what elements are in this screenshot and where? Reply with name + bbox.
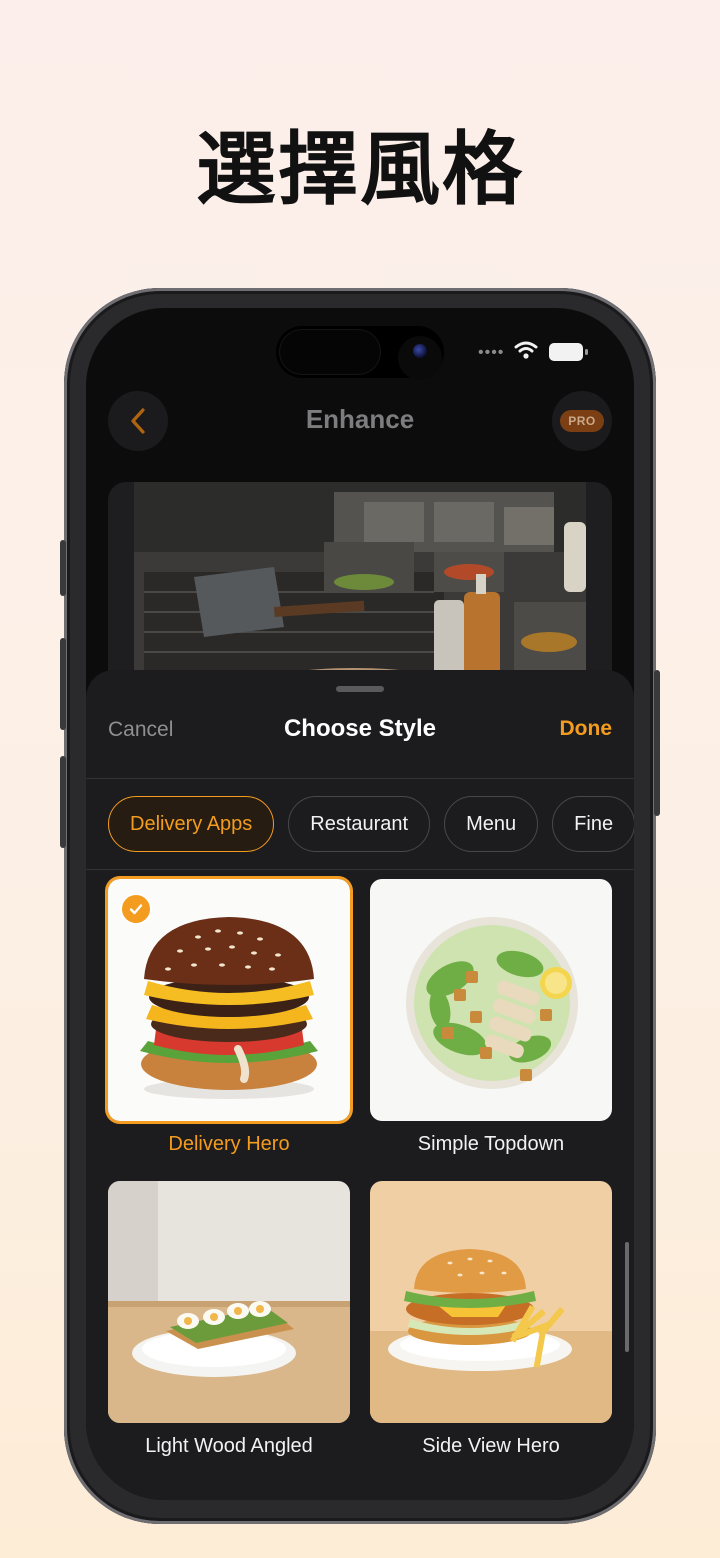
avocado-toast-image [108, 1181, 350, 1423]
source-photo-card [108, 482, 612, 692]
wifi-icon [514, 341, 538, 359]
island-sensor [280, 330, 380, 374]
chips-divider [86, 869, 634, 870]
style-label: Delivery Hero [168, 1133, 290, 1155]
style-tile-light-wood-angled[interactable]: Light Wood Angled [108, 1181, 350, 1458]
sheet-grabber[interactable] [336, 686, 384, 692]
category-chips: Delivery Apps Restaurant Menu Fine [108, 796, 634, 854]
volume-up-button [60, 638, 66, 730]
signal-dots-icon: •••• [478, 344, 505, 361]
style-label: Side View Hero [422, 1435, 560, 1457]
battery-icon [549, 343, 588, 361]
sheet-header-divider [86, 778, 634, 779]
chip-fine[interactable]: Fine [552, 796, 634, 852]
front-camera [398, 336, 442, 380]
camera-lens-icon [413, 344, 427, 358]
chip-delivery-apps[interactable]: Delivery Apps [108, 796, 275, 852]
volume-down-button [60, 756, 66, 848]
scrollbar[interactable] [625, 1242, 629, 1352]
style-tile-side-view-hero[interactable]: Side View Hero [370, 1181, 612, 1458]
choose-style-sheet: Cancel Choose Style Done Delivery Apps Re… [86, 670, 634, 1500]
pro-badge: PRO [560, 410, 604, 432]
kitchen-photo [134, 482, 586, 692]
style-label: Simple Topdown [417, 1133, 565, 1155]
chicken-burger-image [370, 1181, 612, 1423]
style-label: Light Wood Angled [145, 1435, 313, 1457]
chip-menu[interactable]: Menu [444, 796, 539, 852]
selected-check-icon [120, 893, 152, 925]
pro-button[interactable]: PRO [552, 391, 612, 451]
style-thumbnail [370, 1181, 612, 1423]
done-button[interactable]: Done [560, 717, 613, 741]
style-thumbnail [370, 879, 612, 1121]
power-button [654, 670, 660, 816]
page-headline: 選擇風格 [196, 123, 524, 216]
sheet-title: Choose Style [283, 715, 437, 742]
style-thumbnail [108, 879, 350, 1121]
chip-restaurant[interactable]: Restaurant [288, 796, 431, 852]
phone-screen: •••• Enhance PRO Cancel Choose Style Don… [86, 308, 634, 1500]
salad-bowl-image [370, 879, 612, 1121]
style-tile-simple-topdown[interactable]: Simple Topdown [370, 879, 612, 1156]
style-tile-delivery-hero[interactable]: Delivery Hero [108, 879, 350, 1156]
mute-switch [60, 540, 66, 596]
style-thumbnail [108, 1181, 350, 1423]
